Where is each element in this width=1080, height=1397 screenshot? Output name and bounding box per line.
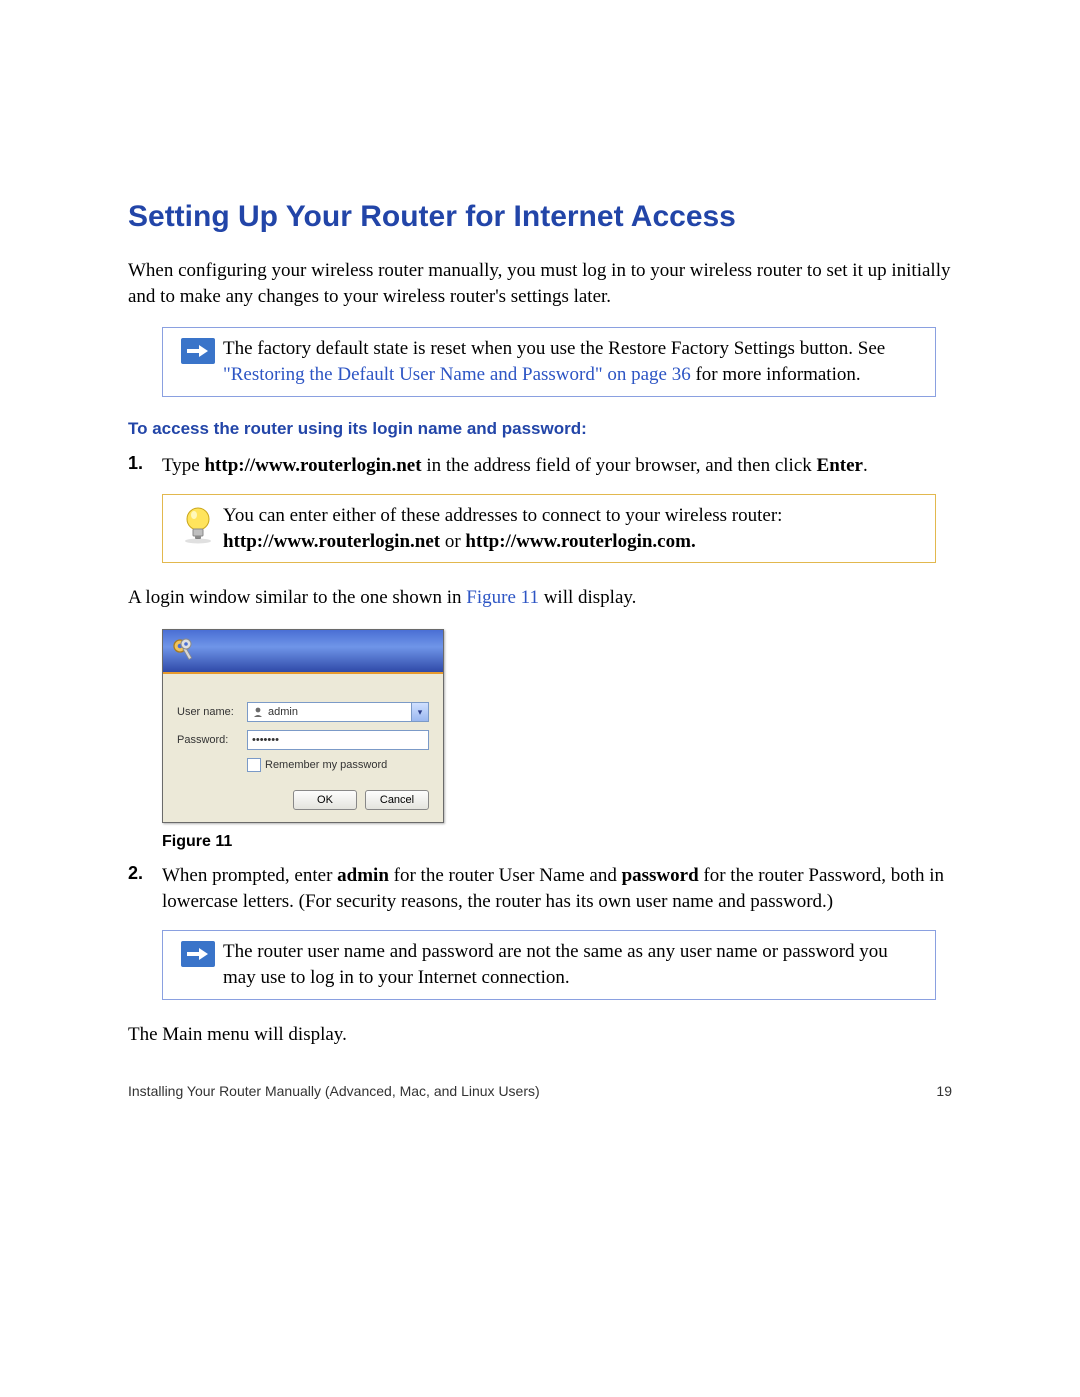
arrow-icon bbox=[173, 939, 223, 990]
note-text-post: for more information. bbox=[691, 364, 861, 385]
step-2-pre: When prompted, enter bbox=[162, 865, 337, 886]
after-tip-post: will display. bbox=[539, 587, 636, 608]
username-label: User name: bbox=[177, 706, 247, 718]
tip-url-a: http://www.routerlogin.net bbox=[223, 531, 440, 552]
after-note2: The Main menu will display. bbox=[128, 1022, 952, 1048]
password-bold: password bbox=[622, 865, 699, 886]
remember-password-checkbox[interactable]: Remember my password bbox=[247, 758, 429, 772]
page-heading: Setting Up Your Router for Internet Acce… bbox=[128, 200, 952, 234]
footer-chapter: Installing Your Router Manually (Advance… bbox=[128, 1083, 540, 1099]
footer-page-number: 19 bbox=[936, 1083, 952, 1099]
password-field[interactable]: ••••••• bbox=[247, 730, 429, 750]
procedure-subhead: To access the router using its login nam… bbox=[128, 419, 952, 439]
keys-icon bbox=[171, 637, 199, 665]
step-1-text-mid: in the address field of your browser, an… bbox=[422, 455, 817, 476]
after-tip-paragraph: A login window similar to the one shown … bbox=[128, 585, 952, 611]
url-bold: http://www.routerlogin.net bbox=[204, 455, 421, 476]
password-label: Password: bbox=[177, 734, 247, 746]
step-2-mid1: for the router User Name and bbox=[389, 865, 622, 886]
note-credentials: The router user name and password are no… bbox=[162, 930, 936, 999]
after-tip-pre: A login window similar to the one shown … bbox=[128, 587, 466, 608]
document-page: Setting Up Your Router for Internet Acce… bbox=[0, 0, 1080, 1159]
step-number: 2. bbox=[128, 863, 162, 914]
tip-line1: You can enter either of these addresses … bbox=[223, 505, 782, 526]
step-1: 1. Type http://www.routerlogin.net in th… bbox=[128, 453, 952, 479]
lightbulb-icon bbox=[173, 503, 223, 554]
note-factory-reset: The factory default state is reset when … bbox=[162, 327, 936, 396]
tip-addresses-text: You can enter either of these addresses … bbox=[223, 503, 921, 554]
note-text-pre: The factory default state is reset when … bbox=[223, 338, 885, 359]
username-field[interactable]: admin ▾ bbox=[247, 702, 429, 722]
cross-ref-link[interactable]: "Restoring the Default User Name and Pas… bbox=[223, 364, 691, 385]
dropdown-icon[interactable]: ▾ bbox=[411, 703, 428, 721]
step-1-body: Type http://www.routerlogin.net in the a… bbox=[162, 453, 952, 479]
enter-bold: Enter bbox=[817, 455, 863, 476]
login-dialog: User name: admin ▾ Password: ••••••• bbox=[162, 629, 444, 823]
step-2: 2. When prompted, enter admin for the ro… bbox=[128, 863, 952, 914]
tip-sep: or bbox=[440, 531, 465, 552]
ok-button[interactable]: OK bbox=[293, 790, 357, 810]
password-value: ••••••• bbox=[252, 734, 279, 746]
note-credentials-text: The router user name and password are no… bbox=[223, 939, 921, 990]
tip-addresses: You can enter either of these addresses … bbox=[162, 494, 936, 563]
note-factory-reset-text: The factory default state is reset when … bbox=[223, 336, 921, 387]
intro-paragraph: When configuring your wireless router ma… bbox=[128, 258, 952, 309]
figure-caption: Figure 11 bbox=[162, 833, 952, 851]
page-footer: Installing Your Router Manually (Advance… bbox=[128, 1083, 952, 1099]
login-dialog-titlebar bbox=[163, 630, 443, 674]
tip-url-b: http://www.routerlogin.com. bbox=[465, 531, 695, 552]
cancel-button[interactable]: Cancel bbox=[365, 790, 429, 810]
step-number: 1. bbox=[128, 453, 162, 479]
login-dialog-body: User name: admin ▾ Password: ••••••• bbox=[163, 674, 443, 822]
step-2-body: When prompted, enter admin for the route… bbox=[162, 863, 952, 914]
user-icon bbox=[252, 706, 264, 718]
arrow-icon bbox=[173, 336, 223, 387]
figure-login-dialog: User name: admin ▾ Password: ••••••• bbox=[162, 629, 952, 823]
checkbox-icon bbox=[247, 758, 261, 772]
figure-link[interactable]: Figure 11 bbox=[466, 587, 539, 608]
step-1-text: Type bbox=[162, 455, 204, 476]
admin-bold: admin bbox=[337, 865, 389, 886]
username-value: admin bbox=[268, 706, 298, 718]
remember-label: Remember my password bbox=[265, 759, 387, 771]
step-1-text-post: . bbox=[863, 455, 868, 476]
